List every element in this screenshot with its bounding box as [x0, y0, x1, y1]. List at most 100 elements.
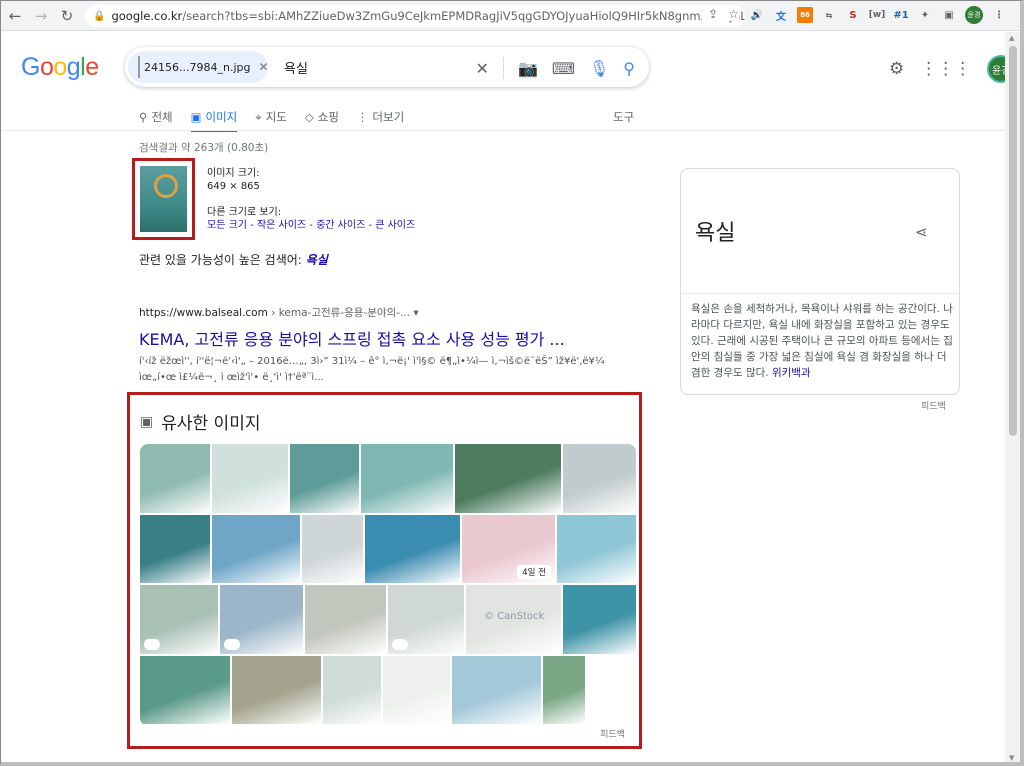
bookmark-star-icon[interactable]: ☆	[728, 7, 739, 21]
search-icon[interactable]: ⚲	[623, 59, 635, 78]
lock-icon[interactable]: 🔒	[93, 11, 105, 22]
similar-image[interactable]	[302, 514, 363, 583]
scrollbar-thumb[interactable]	[1009, 46, 1017, 436]
similar-feedback-link[interactable]: 피드백	[600, 727, 625, 740]
search-input[interactable]: 욕실	[284, 58, 474, 77]
watermark-text: © CanStock	[484, 611, 545, 622]
similar-image[interactable]	[587, 655, 636, 724]
search-box: 24156...7984_n.jpg ✕ 욕실 ✕ 📷 ⌨ 🎙 ⚲	[125, 47, 649, 87]
similar-image[interactable]	[451, 655, 542, 724]
tools-button[interactable]: 도구	[613, 105, 634, 129]
similar-image[interactable]	[365, 514, 460, 583]
searchbox-actions: ✕ 📷 ⌨ 🎙 ⚲	[476, 57, 635, 79]
similar-image[interactable]	[557, 514, 636, 583]
tab-label: 전체	[151, 110, 173, 124]
size-links[interactable]: 모든 크기 - 작은 사이즈 - 중간 사이즈 - 큰 사이즈	[207, 219, 415, 232]
similar-image[interactable]	[140, 514, 210, 583]
more-vert-icon: ⋮	[356, 110, 369, 124]
tab-label: 쇼핑	[317, 110, 339, 124]
image-size-value: 649 × 865	[207, 181, 260, 192]
puzzle-icon[interactable]: ✦	[917, 7, 933, 23]
translate-icon[interactable]: 文	[773, 7, 789, 23]
map-pin-icon: ⌖	[255, 109, 262, 124]
logo-letter: e	[85, 53, 99, 81]
similar-image[interactable]	[140, 444, 210, 513]
wikipedia-link[interactable]: 위키백과	[772, 367, 811, 379]
url-path: /search?tbs=sbi:AMhZZiueDw3ZmGu9CeJkmEPM…	[182, 9, 745, 23]
similar-image[interactable]	[361, 444, 453, 513]
similar-image[interactable]: 4일 전	[462, 514, 555, 583]
result-url[interactable]: https://www.balseal.com › kema-고전류-응용-분야…	[139, 305, 609, 320]
browser-menu-icon[interactable]: ⋮	[991, 7, 1007, 23]
similar-image[interactable]	[140, 655, 230, 724]
similar-image[interactable]	[543, 655, 586, 724]
result-title-link[interactable]: KEMA, 고전류 응용 분야의 스프링 접촉 요소 사용 성능 평가 ...	[139, 326, 609, 350]
similar-image[interactable]	[305, 585, 386, 654]
similar-image[interactable]	[290, 444, 360, 513]
extensions-bar: 🔊 文 86 ⇆ S [w] #1 ✦ ▣ 윤경 ⋮	[749, 6, 1007, 24]
similar-image[interactable]	[212, 514, 300, 583]
side-panel-icon[interactable]: ▣	[941, 7, 957, 23]
settings-gear-icon[interactable]: ⚙	[889, 59, 904, 79]
similar-image[interactable]: © CanStock	[466, 585, 561, 654]
similar-image[interactable]	[231, 655, 322, 724]
related-search: 관련 있을 가능성이 높은 검색어: 욕실	[139, 251, 328, 268]
query-image-thumbnail[interactable]	[140, 166, 187, 232]
profile-avatar[interactable]: 윤경	[965, 6, 983, 24]
search-tabs: ⚲ 전체 ▣ 이미지 ⌖ 지도 ◇ 쇼핑 ⋮ 더보기	[139, 105, 404, 132]
similar-images-grid: 4일 전 © CanStock	[140, 444, 636, 726]
logo-letter: o	[53, 53, 67, 81]
reload-icon[interactable]: ↻	[55, 4, 79, 28]
similar-image[interactable]	[140, 585, 218, 654]
speaker-icon[interactable]: 🔊	[749, 7, 765, 23]
page-scrollbar[interactable]: ▲ ▼	[1005, 32, 1020, 762]
scroll-down-arrow-icon[interactable]: ▼	[1009, 754, 1014, 762]
similar-image[interactable]	[383, 655, 450, 724]
share-icon[interactable]: ⋖	[915, 223, 928, 241]
microphone-icon[interactable]: 🎙	[589, 59, 609, 78]
logo-letter: g	[66, 53, 81, 81]
similar-image[interactable]	[388, 585, 464, 654]
chip-remove-icon[interactable]: ✕	[258, 60, 268, 74]
google-logo[interactable]: Google	[21, 53, 99, 82]
similar-image[interactable]	[563, 444, 636, 513]
w-extension-icon[interactable]: [w]	[869, 7, 886, 23]
similar-image[interactable]	[454, 444, 562, 513]
scroll-up-arrow-icon[interactable]: ▲	[1009, 34, 1014, 42]
s-extension-icon[interactable]: S	[845, 7, 861, 23]
clear-icon[interactable]: ✕	[476, 59, 489, 78]
query-image-highlight	[132, 158, 195, 240]
camera-icon[interactable]: 📷	[518, 59, 538, 78]
search-icon: ⚲	[139, 110, 148, 124]
tab-images[interactable]: ▣ 이미지	[190, 105, 237, 132]
tab-all[interactable]: ⚲ 전체	[139, 105, 173, 129]
forward-icon[interactable]: →	[29, 4, 53, 28]
result-url-path: › kema-고전류-응용-분야의-... ▾	[267, 307, 419, 319]
similar-image[interactable]	[211, 444, 289, 513]
knowledge-panel: 욕실 ⋖ 욕실은 손을 세척하거나, 목욕이나 샤워를 하는 공간이다. 나라마…	[680, 168, 960, 395]
tab-label: 지도	[265, 110, 287, 124]
similar-image[interactable]	[563, 585, 636, 654]
keyboard-icon[interactable]: ⌨	[552, 59, 575, 78]
image-size-label: 이미지 크기:	[207, 168, 260, 179]
tab-shopping[interactable]: ◇ 쇼핑	[305, 105, 339, 129]
tab-more[interactable]: ⋮ 더보기	[357, 105, 404, 129]
similar-image[interactable]	[220, 585, 303, 654]
extension-badge-icon[interactable]: 86	[797, 7, 813, 23]
related-prefix: 관련 있을 가능성이 높은 검색어:	[139, 253, 302, 267]
browser-toolbar: ← → ↻ 🔒 google.co.kr /search?tbs=sbi:AMh…	[1, 1, 1020, 31]
tag-extension-icon[interactable]: ⇆	[821, 7, 837, 23]
related-term-link[interactable]: 욕실	[306, 253, 328, 267]
similar-image[interactable]	[323, 655, 382, 724]
back-icon[interactable]: ←	[3, 4, 27, 28]
query-image-info: 이미지 크기: 649 × 865 다른 크기로 보기: 모든 크기 - 작은 …	[207, 167, 415, 232]
image-query-chip[interactable]: 24156...7984_n.jpg ✕	[128, 51, 269, 83]
knowledge-panel-feedback[interactable]: 피드백	[921, 399, 946, 412]
similar-images-title: 유사한 이미지	[161, 414, 261, 434]
tag-icon: ◇	[304, 110, 314, 124]
share-page-icon[interactable]: ⇪	[708, 7, 718, 21]
apps-grid-icon[interactable]: ⋮⋮⋮	[920, 59, 971, 79]
hash-extension-icon[interactable]: #1	[893, 7, 909, 23]
tab-maps[interactable]: ⌖ 지도	[255, 105, 287, 129]
address-bar[interactable]: 🔒 google.co.kr /search?tbs=sbi:AMhZZiueD…	[85, 5, 745, 27]
